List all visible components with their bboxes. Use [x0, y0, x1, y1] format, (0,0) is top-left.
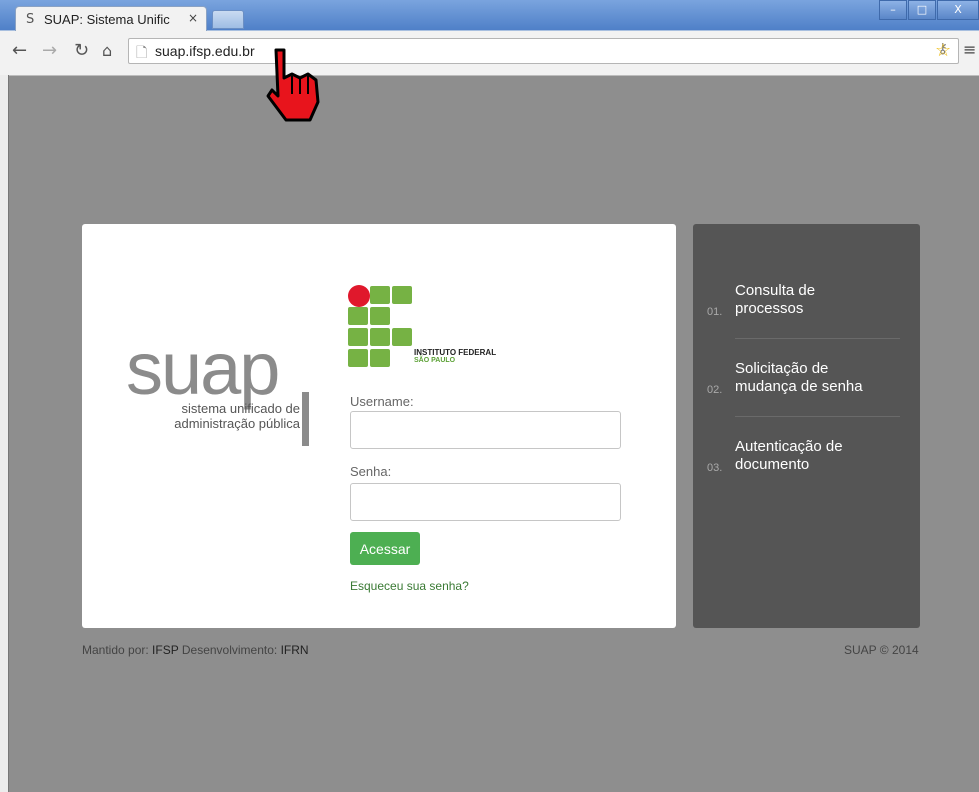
- back-arrow-icon[interactable]: ←: [12, 41, 27, 61]
- sidebar-item-label: processos: [735, 300, 804, 317]
- institute-campus: SÃO PAULO: [414, 357, 456, 364]
- sidebar-divider: [735, 338, 900, 339]
- institute-logo-square: [392, 286, 412, 304]
- institute-logo-square: [348, 328, 368, 346]
- institute-logo-square: [370, 286, 390, 304]
- sidebar-item-label: Consulta de: [735, 282, 816, 299]
- username-label: Username:: [350, 394, 414, 409]
- institute-logo-square: [348, 349, 368, 367]
- browser-tab[interactable]: S SUAP: Sistema Unific ×: [15, 6, 207, 32]
- page-icon: 🗋: [136, 45, 148, 61]
- favicon-icon: S: [26, 12, 35, 27]
- forward-arrow-icon[interactable]: →: [42, 41, 57, 61]
- suap-logo-word: suap: [126, 327, 280, 410]
- close-window-button[interactable]: X: [937, 0, 979, 20]
- address-bar[interactable]: 🗋 suap.ifsp.edu.br ⚷: [128, 38, 959, 64]
- reload-icon[interactable]: ↻: [74, 41, 89, 61]
- suap-logo-bar: [302, 392, 309, 446]
- window-frame-edge: [8, 75, 9, 792]
- suap-logo-subtitle-1: sistema unificado de: [181, 401, 300, 416]
- sidebar-item-number: 03.: [707, 462, 723, 474]
- institute-logo-square: [370, 328, 390, 346]
- tab-close-icon[interactable]: ×: [188, 11, 198, 25]
- restore-button[interactable]: □: [908, 0, 936, 20]
- home-icon[interactable]: ⌂: [102, 41, 112, 61]
- institute-logo-square: [348, 307, 368, 325]
- sidebar-item-label: mudança de senha: [735, 378, 863, 395]
- sidebar-item-consulta[interactable]: 01. Consulta de processos: [707, 282, 901, 322]
- browser-chrome: S SUAP: Sistema Unific × – □ X ← → ↻ ⌂ 🗋…: [0, 0, 979, 76]
- maintained-label: Mantido por:: [82, 643, 149, 657]
- login-card: suap sistema unificado de administração …: [82, 224, 676, 628]
- password-input[interactable]: [350, 483, 621, 521]
- sidebar-item-number: 01.: [707, 306, 723, 318]
- password-label: Senha:: [350, 464, 392, 479]
- tab-strip: S SUAP: Sistema Unific × – □ X: [0, 0, 979, 32]
- sidebar-item-number: 02.: [707, 384, 723, 396]
- institute-logo: INSTITUTO FEDERAL SÃO PAULO: [348, 285, 518, 370]
- username-input[interactable]: [350, 411, 621, 449]
- dev-value: IFRN: [280, 643, 309, 657]
- institute-logo-square: [392, 328, 412, 346]
- quick-links-panel: 01. Consulta de processos 02. Solicitaçã…: [693, 224, 920, 628]
- maintained-value: IFSP: [152, 643, 179, 657]
- sidebar-item-label: Autenticação de: [735, 438, 843, 455]
- window-controls: – □ X: [878, 0, 979, 20]
- sidebar-item-senha[interactable]: 02. Solicitação de mudança de senha: [707, 360, 901, 400]
- star-icon[interactable]: ☆: [935, 40, 951, 61]
- forgot-password-link[interactable]: Esqueceu sua senha?: [350, 579, 469, 593]
- sidebar-divider: [735, 416, 900, 417]
- institute-logo-dot: [348, 285, 370, 307]
- sidebar-item-label: documento: [735, 456, 810, 473]
- sidebar-item-label: Solicitação de: [735, 360, 829, 377]
- tab-title: SUAP: Sistema Unific: [44, 12, 170, 27]
- institute-name: INSTITUTO FEDERAL: [414, 348, 497, 357]
- url-text[interactable]: suap.ifsp.edu.br: [155, 43, 255, 59]
- window-frame: [0, 75, 8, 792]
- minimize-button[interactable]: –: [879, 0, 907, 20]
- menu-icon[interactable]: ≡: [963, 40, 976, 59]
- dev-label: Desenvolvimento:: [181, 643, 278, 657]
- login-button[interactable]: Acessar: [350, 532, 420, 565]
- suap-logo: suap sistema unificado de administração …: [126, 327, 309, 446]
- sidebar-item-autenticacao[interactable]: 03. Autenticação de documento: [707, 438, 901, 478]
- institute-logo-square: [370, 349, 390, 367]
- footer-copyright: SUAP © 2014: [844, 643, 919, 657]
- institute-logo-square: [370, 307, 390, 325]
- new-tab-button[interactable]: [212, 10, 244, 29]
- footer-credits: Mantido por: IFSP Desenvolvimento: IFRN: [82, 643, 309, 657]
- browser-toolbar: ← → ↻ ⌂ 🗋 suap.ifsp.edu.br ⚷ ☆ ≡: [0, 31, 979, 76]
- hand-cursor-icon: [266, 48, 320, 122]
- suap-logo-subtitle-2: administração pública: [174, 416, 300, 431]
